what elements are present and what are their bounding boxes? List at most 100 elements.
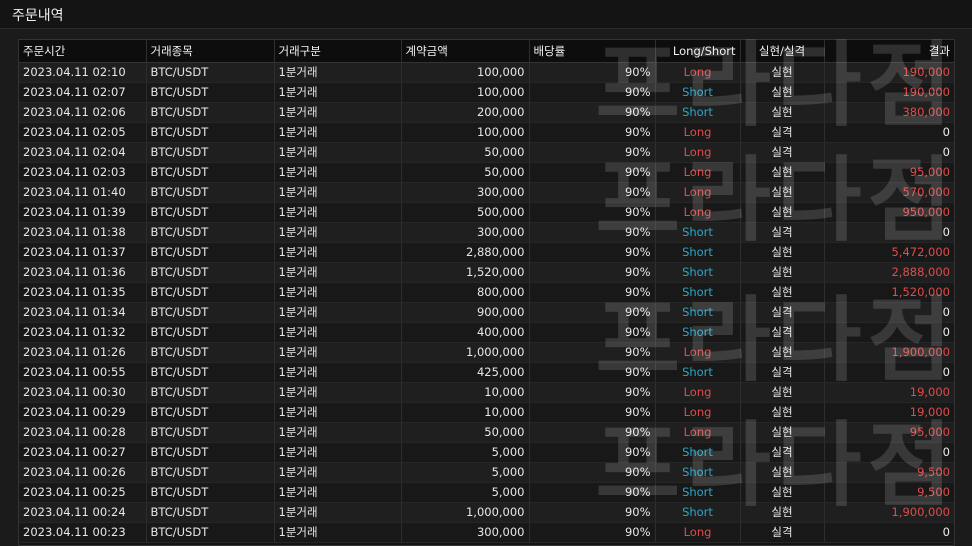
cell-result-status: 실현 — [739, 262, 824, 283]
cell-payout-rate: 90% — [528, 182, 655, 203]
cell-payout-rate: 90% — [528, 342, 655, 363]
table-row: 2023.04.11 00:27 BTC/USDT 1분거래 5,000 90% Shor… — [19, 442, 954, 463]
cell-symbol: BTC/USDT — [145, 342, 274, 363]
table-row: 2023.04.11 02:03 BTC/USDT 1분거래 50,000 90% Lon… — [19, 162, 954, 183]
cell-payout-rate: 90% — [528, 422, 655, 443]
cell-result-status: 실현 — [739, 82, 824, 103]
cell-contract-amount: 1,000,000 — [400, 342, 529, 363]
cell-result: 190,000 — [823, 62, 954, 83]
cell-trade-type: 1분거래 — [273, 202, 401, 223]
header-symbol: 거래종목 — [145, 40, 274, 63]
cell-symbol: BTC/USDT — [145, 462, 274, 483]
cell-long-short: Short — [654, 102, 740, 123]
cell-payout-rate: 90% — [528, 302, 655, 323]
cell-order-time: 2023.04.11 00:29 — [19, 402, 146, 423]
cell-order-time: 2023.04.11 00:26 — [19, 462, 146, 483]
cell-result: 9,500 — [823, 482, 954, 503]
cell-long-short: Short — [654, 502, 740, 523]
cell-symbol: BTC/USDT — [145, 282, 274, 303]
cell-symbol: BTC/USDT — [145, 202, 274, 223]
cell-symbol: BTC/USDT — [145, 122, 274, 143]
cell-result: 380,000 — [823, 102, 954, 123]
cell-long-short: Long — [654, 162, 740, 183]
cell-symbol: BTC/USDT — [145, 442, 274, 463]
cell-payout-rate: 90% — [528, 62, 655, 83]
cell-result-status: 실격 — [739, 302, 824, 323]
order-history-table: 주문시간 거래종목 거래구분 계약금액 배당률 Long/Short 실현/실격… — [19, 40, 954, 543]
cell-result: 190,000 — [823, 82, 954, 103]
cell-payout-rate: 90% — [528, 362, 655, 383]
header-order-time: 주문시간 — [19, 40, 146, 63]
header-result: 결과 — [823, 40, 954, 63]
cell-symbol: BTC/USDT — [145, 422, 274, 443]
cell-payout-rate: 90% — [528, 162, 655, 183]
cell-long-short: Long — [654, 202, 740, 223]
cell-symbol: BTC/USDT — [145, 322, 274, 343]
cell-order-time: 2023.04.11 02:03 — [19, 162, 146, 183]
cell-order-time: 2023.04.11 02:04 — [19, 142, 146, 163]
table-row: 2023.04.11 02:10 BTC/USDT 1분거래 100,000 90% Lo… — [19, 62, 954, 83]
cell-trade-type: 1분거래 — [273, 522, 401, 543]
cell-symbol: BTC/USDT — [145, 382, 274, 403]
cell-payout-rate: 90% — [528, 402, 655, 423]
cell-order-time: 2023.04.11 02:06 — [19, 102, 146, 123]
cell-contract-amount: 100,000 — [400, 122, 529, 143]
cell-trade-type: 1분거래 — [273, 102, 401, 123]
cell-long-short: Long — [654, 122, 740, 143]
cell-order-time: 2023.04.11 00:28 — [19, 422, 146, 443]
table-row: 2023.04.11 01:35 BTC/USDT 1분거래 800,000 90% Sh… — [19, 282, 954, 303]
cell-contract-amount: 50,000 — [400, 422, 529, 443]
cell-result: 9,500 — [823, 462, 954, 483]
cell-result: 1,520,000 — [823, 282, 954, 303]
table-row: 2023.04.11 00:28 BTC/USDT 1분거래 50,000 90% Lon… — [19, 422, 954, 443]
cell-payout-rate: 90% — [528, 482, 655, 503]
cell-long-short: Short — [654, 262, 740, 283]
cell-trade-type: 1분거래 — [273, 122, 401, 143]
cell-payout-rate: 90% — [528, 82, 655, 103]
cell-contract-amount: 200,000 — [400, 102, 529, 123]
table-row: 2023.04.11 00:25 BTC/USDT 1분거래 5,000 90% Shor… — [19, 482, 954, 503]
cell-result-status: 실현 — [739, 242, 824, 263]
table-body: 2023.04.11 02:10 BTC/USDT 1분거래 100,000 90% Lo… — [19, 62, 954, 543]
cell-payout-rate: 90% — [528, 202, 655, 223]
cell-long-short: Long — [654, 382, 740, 403]
cell-long-short: Short — [654, 442, 740, 463]
cell-trade-type: 1분거래 — [273, 302, 401, 323]
cell-result-status: 실현 — [739, 102, 824, 123]
table-row: 2023.04.11 02:07 BTC/USDT 1분거래 100,000 90% Sh… — [19, 82, 954, 103]
cell-order-time: 2023.04.11 00:55 — [19, 362, 146, 383]
table-row: 2023.04.11 01:39 BTC/USDT 1분거래 500,000 90% Lo… — [19, 202, 954, 223]
cell-trade-type: 1분거래 — [273, 362, 401, 383]
cell-order-time: 2023.04.11 01:40 — [19, 182, 146, 203]
cell-trade-type: 1분거래 — [273, 222, 401, 243]
table-row: 2023.04.11 00:29 BTC/USDT 1분거래 10,000 90% Lon… — [19, 402, 954, 423]
cell-contract-amount: 300,000 — [400, 522, 529, 543]
cell-contract-amount: 300,000 — [400, 182, 529, 203]
table-row: 2023.04.11 01:38 BTC/USDT 1분거래 300,000 90% Sh… — [19, 222, 954, 243]
table-row: 2023.04.11 01:32 BTC/USDT 1분거래 400,000 90% Sh… — [19, 322, 954, 343]
cell-contract-amount: 400,000 — [400, 322, 529, 343]
cell-payout-rate: 90% — [528, 522, 655, 543]
cell-result-status: 실현 — [739, 402, 824, 423]
header-result-status: 실현/실격 — [739, 40, 824, 63]
cell-symbol: BTC/USDT — [145, 362, 274, 383]
cell-result-status: 실현 — [739, 482, 824, 503]
cell-result-status: 실현 — [739, 502, 824, 523]
cell-symbol: BTC/USDT — [145, 142, 274, 163]
cell-contract-amount: 5,000 — [400, 442, 529, 463]
table-row: 2023.04.11 00:24 BTC/USDT 1분거래 1,000,000 90%… — [19, 502, 954, 523]
cell-result: 570,000 — [823, 182, 954, 203]
cell-result-status: 실격 — [739, 122, 824, 143]
title-bar: 주문내역 — [0, 0, 972, 29]
cell-long-short: Short — [654, 242, 740, 263]
cell-order-time: 2023.04.11 00:27 — [19, 442, 146, 463]
cell-result-status: 실격 — [739, 362, 824, 383]
cell-result: 95,000 — [823, 162, 954, 183]
cell-symbol: BTC/USDT — [145, 82, 274, 103]
cell-trade-type: 1분거래 — [273, 142, 401, 163]
cell-order-time: 2023.04.11 00:23 — [19, 522, 146, 543]
cell-result-status: 실현 — [739, 422, 824, 443]
cell-order-time: 2023.04.11 01:35 — [19, 282, 146, 303]
cell-contract-amount: 100,000 — [400, 82, 529, 103]
cell-result-status: 실현 — [739, 342, 824, 363]
